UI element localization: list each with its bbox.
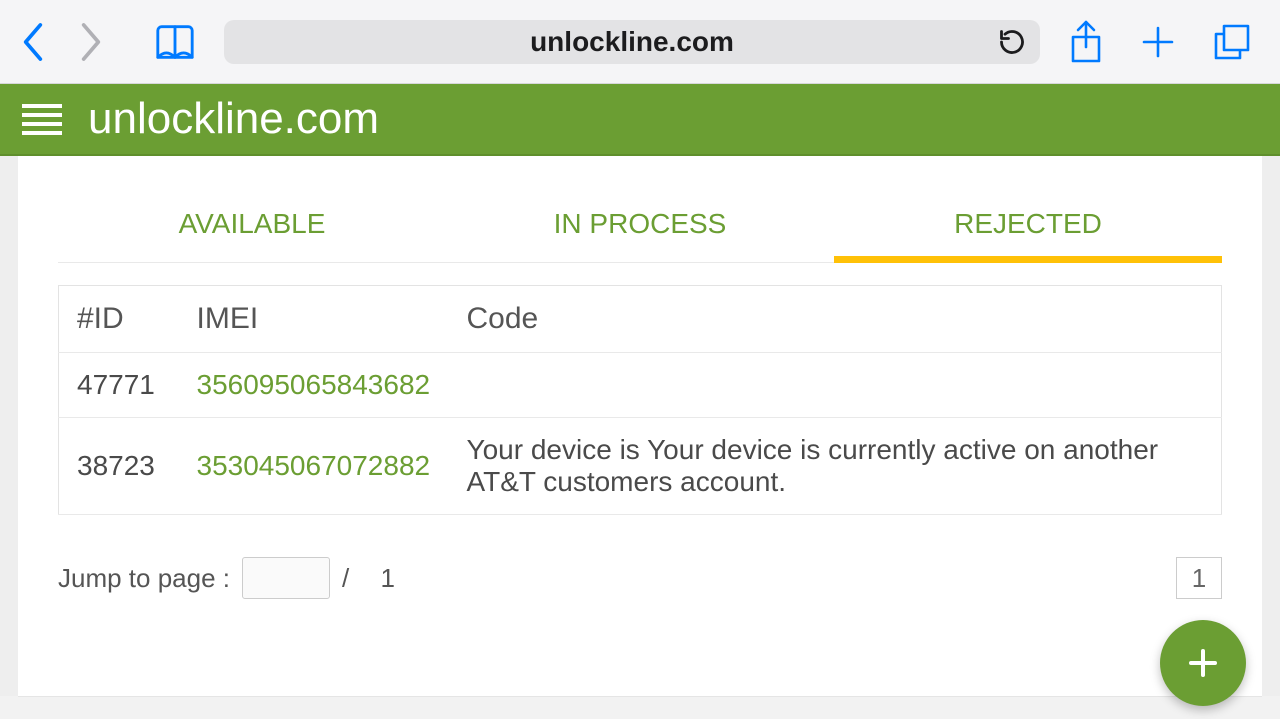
- tab-label: REJECTED: [954, 208, 1102, 239]
- page-input[interactable]: [242, 557, 330, 599]
- table-row[interactable]: 38723 353045067072882 Your device is You…: [59, 418, 1222, 515]
- tab-label: IN PROCESS: [554, 208, 727, 239]
- imei-link[interactable]: 356095065843682: [197, 369, 431, 400]
- pager: Jump to page : / 1 1: [58, 557, 1222, 599]
- share-icon[interactable]: [1068, 19, 1104, 65]
- col-id: #ID: [59, 286, 179, 353]
- table-row[interactable]: 47771 356095065843682: [59, 353, 1222, 418]
- tab-available[interactable]: AVAILABLE: [58, 186, 446, 262]
- tab-label: AVAILABLE: [179, 208, 326, 239]
- pager-total: 1: [380, 563, 394, 594]
- address-text: unlockline.com: [530, 26, 734, 58]
- content-panel: AVAILABLE IN PROCESS REJECTED #ID IMEI C…: [18, 156, 1262, 696]
- menu-icon[interactable]: [22, 102, 62, 136]
- add-button[interactable]: [1160, 620, 1246, 706]
- tab-in-process[interactable]: IN PROCESS: [446, 186, 834, 262]
- cell-id: 47771: [59, 353, 179, 418]
- back-icon[interactable]: [18, 20, 48, 64]
- page-current: 1: [1192, 563, 1206, 594]
- imei-link[interactable]: 353045067072882: [197, 450, 431, 481]
- cell-imei: 353045067072882: [179, 418, 449, 515]
- cell-id: 38723: [59, 418, 179, 515]
- cell-code: [449, 353, 1222, 418]
- app-title: unlockline.com: [88, 94, 379, 144]
- pager-label: Jump to page :: [58, 563, 230, 594]
- orders-table: #ID IMEI Code 47771 356095065843682 3872…: [58, 285, 1222, 515]
- pager-sep: /: [342, 563, 349, 594]
- reload-icon[interactable]: [998, 28, 1026, 56]
- cell-code: Your device is Your device is currently …: [449, 418, 1222, 515]
- tab-bar: AVAILABLE IN PROCESS REJECTED: [58, 186, 1222, 263]
- tabs-icon[interactable]: [1212, 22, 1252, 62]
- cell-imei: 356095065843682: [179, 353, 449, 418]
- bookmarks-icon[interactable]: [154, 22, 196, 62]
- browser-toolbar: unlockline.com: [0, 0, 1280, 84]
- app-header: unlockline.com: [0, 84, 1280, 156]
- tab-rejected[interactable]: REJECTED: [834, 186, 1222, 262]
- col-code: Code: [449, 286, 1222, 353]
- page-current-box[interactable]: 1: [1176, 557, 1222, 599]
- address-bar[interactable]: unlockline.com: [224, 20, 1040, 64]
- col-imei: IMEI: [179, 286, 449, 353]
- table-header-row: #ID IMEI Code: [59, 286, 1222, 353]
- new-tab-icon[interactable]: [1138, 22, 1178, 62]
- forward-icon[interactable]: [76, 20, 106, 64]
